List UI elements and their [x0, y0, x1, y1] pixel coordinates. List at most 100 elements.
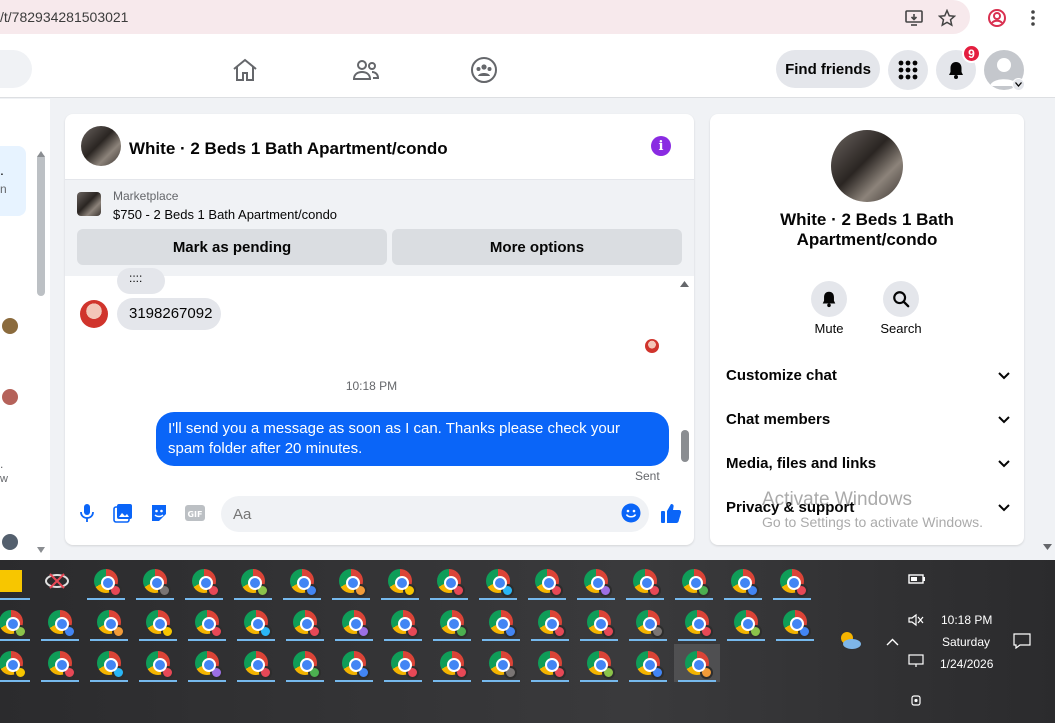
chrome-window-icon[interactable]	[0, 603, 34, 641]
thread-scrollbar[interactable]	[681, 430, 689, 462]
chrome-window-icon[interactable]	[478, 644, 524, 682]
meet-now-icon[interactable]	[910, 693, 924, 710]
contact-avatar[interactable]	[2, 318, 18, 334]
chrome-window-icon[interactable]	[282, 644, 328, 682]
action-center-icon[interactable]	[1013, 633, 1031, 652]
network-icon[interactable]	[908, 654, 924, 671]
chrome-window-icon[interactable]	[429, 644, 475, 682]
url-text[interactable]: /t/782934281503021	[0, 9, 128, 25]
chrome-window-icon[interactable]	[86, 644, 132, 682]
chrome-window-icon[interactable]	[380, 603, 426, 641]
mute-button[interactable]	[811, 281, 847, 317]
chrome-window-icon[interactable]	[86, 603, 132, 641]
chrome-window-icon[interactable]	[377, 562, 423, 600]
chrome-window-icon[interactable]	[475, 562, 521, 600]
menu-button[interactable]	[888, 50, 928, 90]
chrome-window-icon[interactable]	[625, 644, 671, 682]
chrome-window-icon[interactable]	[37, 644, 83, 682]
chrome-window-icon[interactable]	[331, 644, 377, 682]
chrome-window-icon[interactable]	[132, 562, 178, 600]
battery-icon[interactable]	[908, 573, 926, 588]
sticky-notes-icon[interactable]	[0, 562, 34, 600]
microphone-icon[interactable]	[76, 502, 98, 524]
clock-day[interactable]: Saturday	[942, 635, 990, 649]
groups-icon[interactable]	[469, 55, 499, 85]
chrome-window-icon[interactable]	[671, 562, 717, 600]
chrome-window-icon[interactable]	[0, 644, 34, 682]
chrome-window-icon[interactable]	[181, 562, 227, 600]
show-hidden-icons-chevron[interactable]	[886, 635, 899, 649]
chrome-window-icon[interactable]	[720, 562, 766, 600]
mark-as-pending-button[interactable]: Mark as pending	[77, 229, 387, 265]
browser-menu-icon[interactable]	[1023, 8, 1043, 28]
chrome-window-icon[interactable]	[37, 603, 83, 641]
chat-list-scrollbar[interactable]	[37, 154, 45, 296]
contact-avatar[interactable]	[2, 389, 18, 405]
snipping-tool-icon[interactable]	[34, 562, 80, 600]
chrome-window-icon[interactable]	[328, 562, 374, 600]
install-app-icon[interactable]	[904, 8, 924, 28]
listing-photo[interactable]	[831, 130, 903, 202]
customize-chat-row[interactable]: Customize chat	[726, 367, 1010, 384]
chrome-window-icon[interactable]	[573, 562, 619, 600]
photo-icon[interactable]	[112, 502, 134, 524]
scroll-down-arrow-icon[interactable]	[37, 547, 45, 553]
incoming-message[interactable]: ::::	[117, 268, 165, 294]
chrome-window-icon[interactable]	[184, 644, 230, 682]
chrome-window-icon[interactable]	[524, 562, 570, 600]
chrome-window-icon[interactable]	[184, 603, 230, 641]
listing-thumbnail[interactable]	[81, 126, 121, 166]
profile-icon[interactable]	[987, 8, 1007, 28]
scroll-up-arrow-icon[interactable]	[37, 151, 45, 157]
chrome-window-icon[interactable]	[527, 644, 573, 682]
chrome-window-icon[interactable]	[230, 562, 276, 600]
search-box[interactable]	[0, 50, 32, 88]
thread-scroll-up-icon[interactable]	[680, 281, 689, 287]
chrome-window-icon[interactable]	[723, 603, 769, 641]
info-icon[interactable]: i	[651, 136, 671, 156]
chrome-window-icon[interactable]	[135, 603, 181, 641]
emoji-icon[interactable]	[620, 502, 642, 524]
friends-icon[interactable]	[351, 55, 381, 85]
chrome-window-icon[interactable]	[429, 603, 475, 641]
contact-avatar[interactable]	[2, 534, 18, 550]
listing-title[interactable]: $750 - 2 Beds 1 Bath Apartment/condo	[113, 207, 337, 222]
sticker-icon[interactable]	[148, 502, 170, 524]
volume-muted-icon[interactable]	[908, 613, 924, 630]
chrome-window-icon[interactable]	[282, 603, 328, 641]
more-options-button[interactable]: More options	[392, 229, 682, 265]
address-bar[interactable]: /t/782934281503021	[0, 0, 970, 34]
chat-title[interactable]: White · 2 Beds 1 Bath Apartment/condo	[129, 139, 448, 159]
clock-time[interactable]: 10:18 PM	[941, 613, 992, 627]
chrome-window-icon[interactable]	[576, 603, 622, 641]
account-chevron-icon[interactable]	[1012, 78, 1025, 91]
chrome-window-icon[interactable]	[426, 562, 472, 600]
incoming-message[interactable]: 3198267092	[117, 298, 221, 330]
chrome-window-icon[interactable]	[331, 603, 377, 641]
chrome-window-icon[interactable]	[279, 562, 325, 600]
home-icon[interactable]	[230, 55, 260, 85]
like-thumb-icon[interactable]	[660, 502, 682, 524]
weather-icon[interactable]	[837, 629, 863, 654]
chrome-window-icon[interactable]	[478, 603, 524, 641]
chrome-window-icon[interactable]	[674, 603, 720, 641]
search-button[interactable]	[883, 281, 919, 317]
chrome-window-icon[interactable]	[233, 644, 279, 682]
find-friends-button[interactable]: Find friends	[776, 50, 880, 88]
chrome-window-icon[interactable]	[772, 603, 818, 641]
clock-date[interactable]: 1/24/2026	[940, 657, 993, 671]
bookmark-star-icon[interactable]	[937, 8, 957, 28]
chrome-window-icon[interactable]	[83, 562, 129, 600]
gif-icon[interactable]: GIF	[184, 502, 206, 524]
chrome-window-icon[interactable]	[527, 603, 573, 641]
sender-avatar[interactable]	[80, 300, 108, 328]
chrome-window-icon[interactable]	[625, 603, 671, 641]
chrome-window-icon[interactable]	[135, 644, 181, 682]
chrome-window-icon[interactable]	[769, 562, 815, 600]
message-input[interactable]	[221, 496, 649, 532]
media-files-links-row[interactable]: Media, files and links	[726, 455, 1010, 472]
selected-conversation[interactable]: . n	[0, 146, 26, 216]
chat-members-row[interactable]: Chat members	[726, 411, 1010, 428]
chrome-window-icon[interactable]	[622, 562, 668, 600]
chrome-window-icon[interactable]	[380, 644, 426, 682]
